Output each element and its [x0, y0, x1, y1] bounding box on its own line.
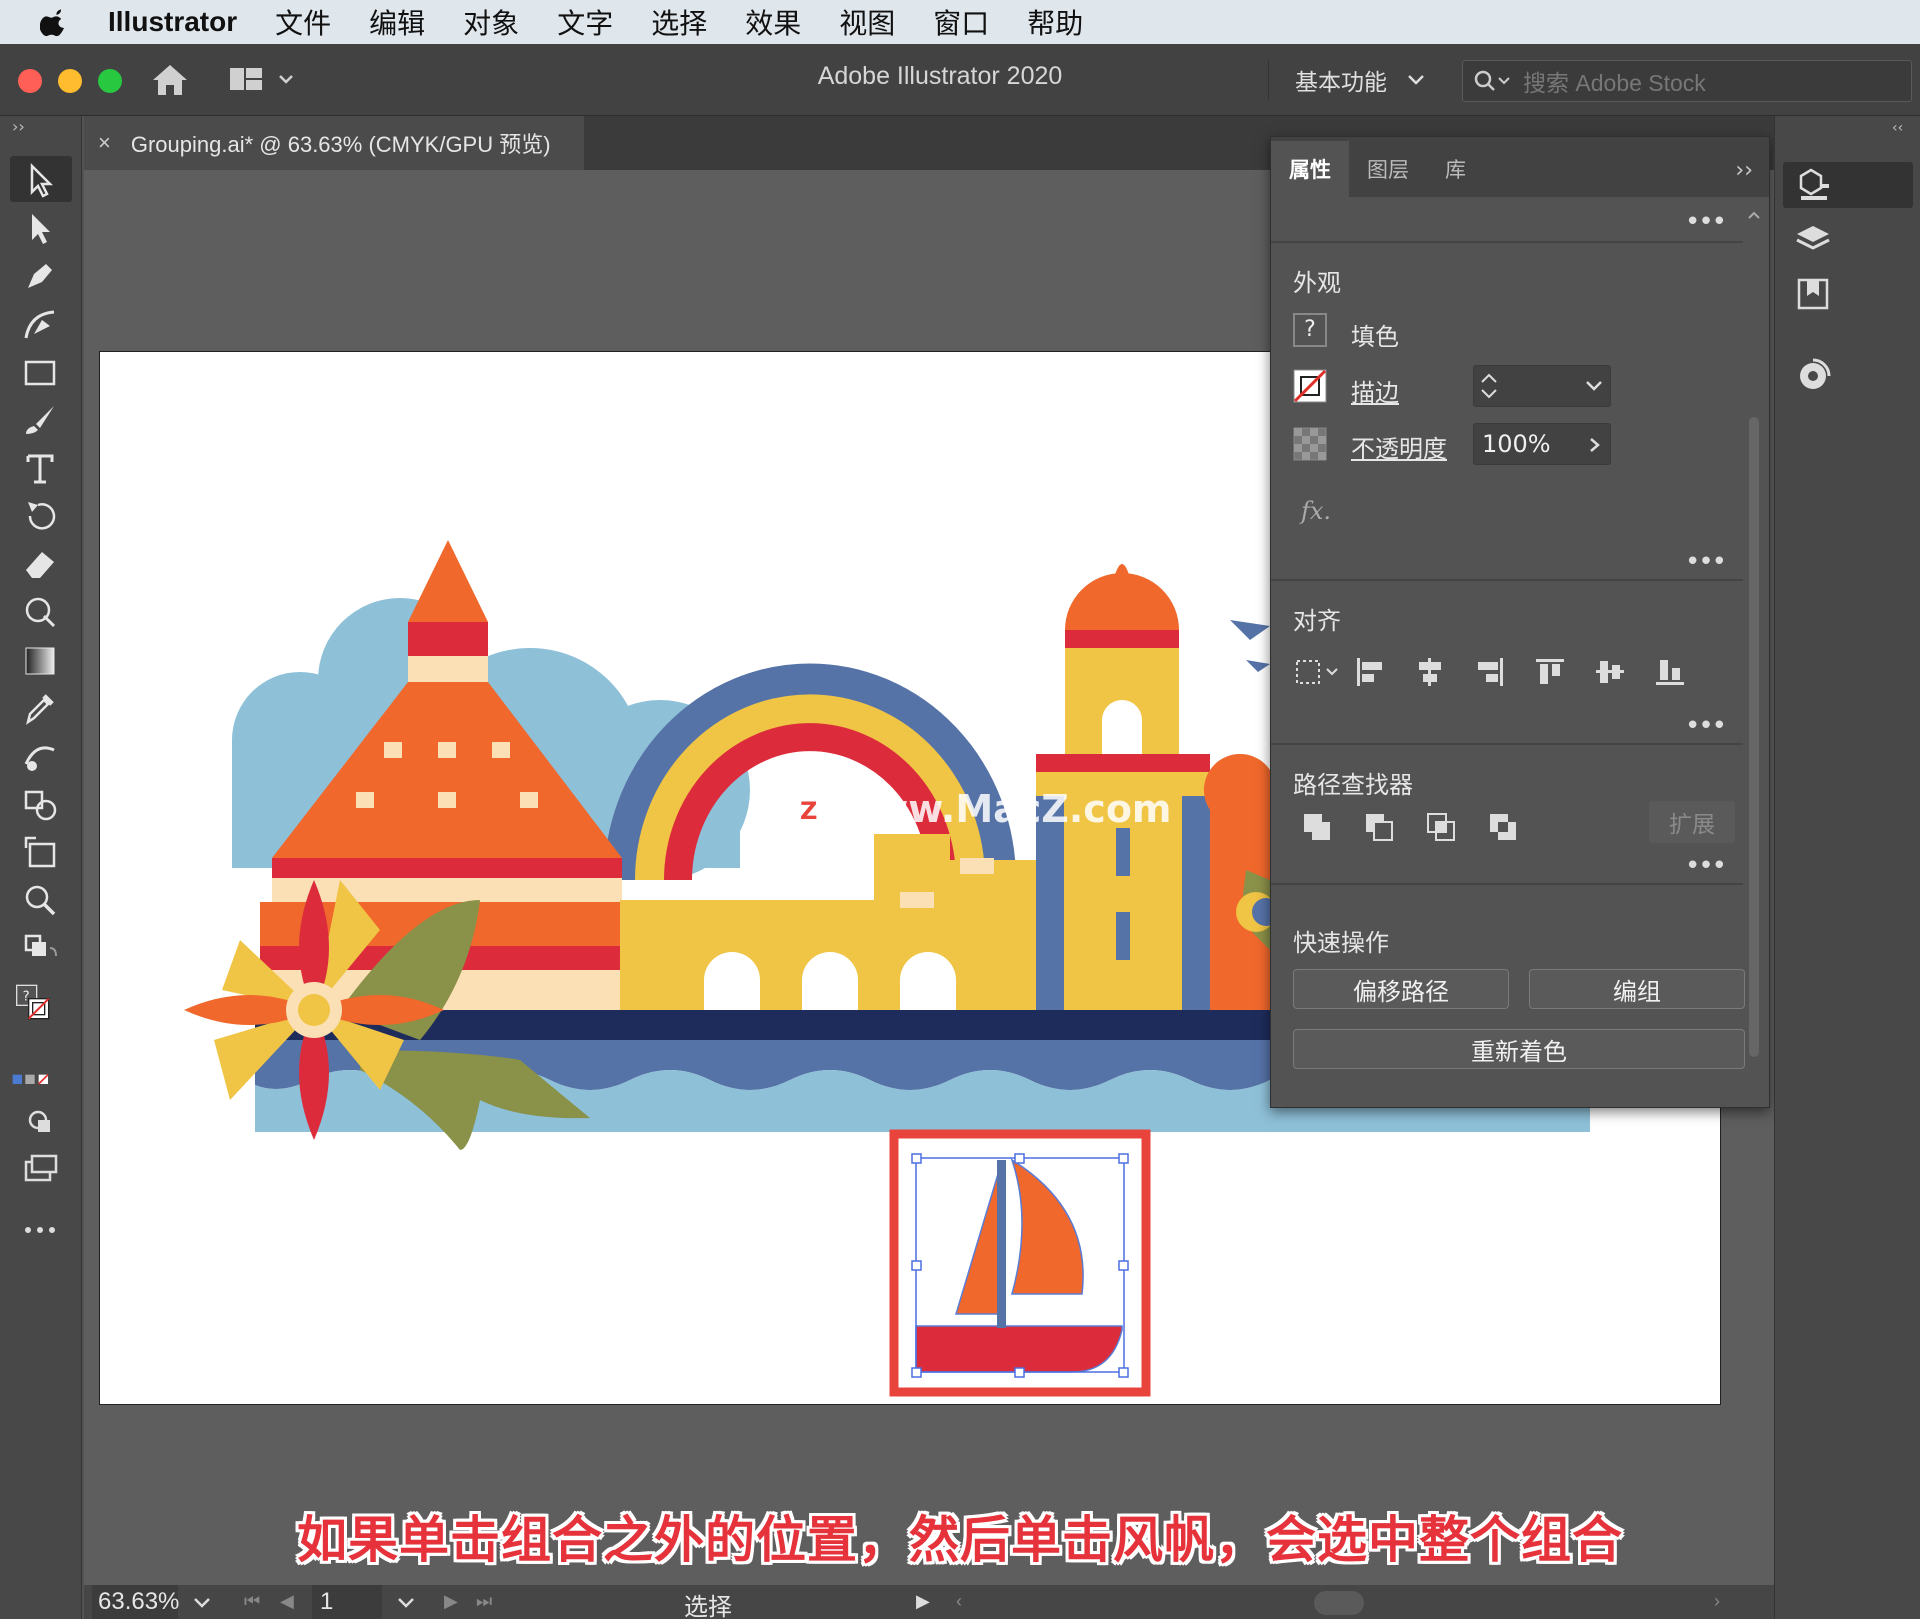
panel-scrollbar[interactable]: [1747, 207, 1761, 1087]
artboard-number-field[interactable]: 1: [312, 1585, 382, 1619]
align-vertical-center-icon[interactable]: [1593, 655, 1627, 689]
svg-text:www.MacZ.com: www.MacZ.com: [838, 787, 1172, 831]
status-menu-icon[interactable]: ▶: [916, 1591, 930, 1612]
stroke-swatch-icon[interactable]: [1293, 369, 1327, 403]
group-button[interactable]: 编组: [1529, 969, 1745, 1009]
stroke-weight-stepper[interactable]: [1473, 365, 1611, 407]
align-to-selection-icon[interactable]: [1293, 655, 1343, 689]
expand-button[interactable]: 扩展: [1649, 801, 1735, 843]
sailboat-group[interactable]: [889, 1129, 1151, 1397]
properties-panel-icon[interactable]: [1793, 166, 1833, 206]
scroll-right-icon[interactable]: ›: [1714, 1591, 1720, 1612]
dock-collapse-icon[interactable]: ‹‹: [1890, 118, 1914, 138]
chevron-down-icon[interactable]: [192, 1595, 212, 1611]
artboard-number: 1: [320, 1588, 334, 1615]
tab-layers[interactable]: 图层: [1349, 141, 1427, 197]
status-bar: 63.63% ⏮ ◀ 1 ▶ ⏭ 选择 ▶ ‹ ›: [84, 1585, 1774, 1619]
intersect-icon[interactable]: [1425, 811, 1459, 845]
opacity-checker-icon: [1293, 427, 1327, 461]
scrollbar-thumb[interactable]: [1749, 417, 1759, 1057]
fill-label: 填色: [1351, 323, 1399, 351]
libraries-panel-icon[interactable]: [1793, 274, 1833, 314]
exclude-icon[interactable]: [1487, 811, 1521, 845]
fx-button[interactable]: fx.: [1301, 497, 1331, 525]
previous-artboard-icon[interactable]: ◀: [280, 1591, 294, 1612]
scroll-left-icon[interactable]: ‹: [956, 1591, 962, 1612]
stroke-label[interactable]: 描边: [1351, 373, 1399, 408]
align-bottom-icon[interactable]: [1653, 655, 1687, 689]
unite-icon[interactable]: [1301, 811, 1335, 845]
next-artboard-icon[interactable]: ▶: [444, 1591, 458, 1612]
stepper-icon[interactable]: [1474, 366, 1504, 406]
opacity-label[interactable]: 不透明度: [1351, 429, 1447, 464]
divider: [1271, 241, 1743, 243]
zoom-field[interactable]: 63.63%: [92, 1585, 180, 1619]
zoom-value: 63.63%: [98, 1588, 180, 1615]
layers-panel-icon[interactable]: [1793, 220, 1833, 260]
minus-front-icon[interactable]: [1363, 811, 1397, 845]
watermark: Z www.MacZ.com: [791, 787, 1172, 831]
pathfinder-more-button[interactable]: •••: [1685, 851, 1727, 881]
pathfinder-title: 路径查找器: [1293, 771, 1413, 799]
panel-menu-button[interactable]: •••: [1685, 207, 1727, 237]
panel-dock: ‹‹: [1774, 116, 1920, 1619]
align-title: 对齐: [1293, 607, 1341, 635]
align-more-button[interactable]: •••: [1685, 711, 1727, 741]
fill-swatch[interactable]: ?: [1293, 313, 1327, 347]
appearance-more-button[interactable]: •••: [1685, 547, 1727, 577]
quick-actions-title: 快速操作: [1293, 929, 1389, 957]
last-artboard-icon[interactable]: ⏭: [476, 1591, 492, 1612]
divider: [1271, 743, 1743, 745]
svg-text:Z: Z: [800, 797, 817, 825]
align-left-icon[interactable]: [1353, 655, 1387, 689]
tab-libraries[interactable]: 库: [1427, 141, 1484, 197]
chevron-down-icon[interactable]: [396, 1595, 416, 1611]
align-horizontal-center-icon[interactable]: [1413, 655, 1447, 689]
recolor-button[interactable]: 重新着色: [1293, 1029, 1745, 1069]
opacity-value: 100%: [1482, 430, 1551, 458]
align-right-icon[interactable]: [1473, 655, 1507, 689]
panel-tab-bar: 属性 图层 库 ››: [1271, 137, 1769, 197]
svg-text:‹‹: ‹‹: [1892, 120, 1903, 136]
tab-properties[interactable]: 属性: [1271, 141, 1349, 197]
offset-path-button[interactable]: 偏移路径: [1293, 969, 1509, 1009]
horizontal-scrollbar-thumb[interactable]: [1314, 1591, 1364, 1615]
first-artboard-icon[interactable]: ⏮: [244, 1591, 260, 1612]
opacity-field[interactable]: 100%: [1473, 423, 1611, 465]
status-current-tool: 选择: [684, 1594, 732, 1619]
recolor-artwork-icon[interactable]: [1793, 356, 1833, 396]
chevron-right-icon[interactable]: [1588, 436, 1602, 454]
panel-collapse-button[interactable]: ››: [1735, 158, 1753, 183]
chevron-down-icon[interactable]: [1584, 378, 1604, 394]
tutorial-caption: 如果单击组合之外的位置，然后单击风帆，会选中整个组合: [297, 1511, 1623, 1569]
divider: [1271, 883, 1743, 885]
properties-panel: 属性 图层 库 ›› ••• 外观 ? 填色 描边 不透明度 100% fx. …: [1270, 136, 1770, 1108]
divider: [1271, 579, 1743, 581]
appearance-title: 外观: [1293, 269, 1341, 297]
chevron-up-icon[interactable]: [1747, 208, 1761, 222]
align-top-icon[interactable]: [1533, 655, 1567, 689]
